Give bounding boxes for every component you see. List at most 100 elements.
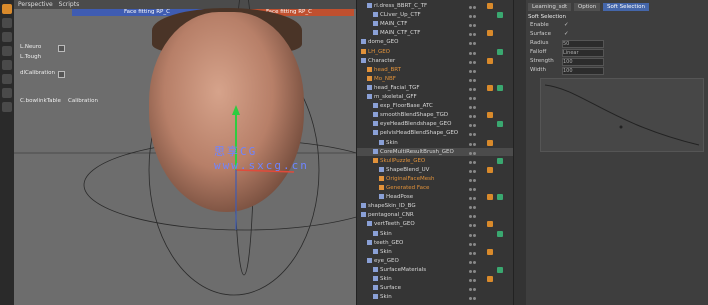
visibility-icon[interactable] bbox=[469, 59, 481, 64]
visibility-icon[interactable] bbox=[469, 113, 481, 119]
rotate-tool-icon[interactable] bbox=[2, 32, 12, 42]
outliner-row[interactable]: head_Facial_TGF bbox=[357, 84, 514, 92]
visibility-icon[interactable] bbox=[469, 141, 481, 146]
visibility-icon[interactable] bbox=[469, 232, 481, 237]
outliner-row[interactable]: Skin bbox=[357, 293, 514, 301]
field-surface-value[interactable]: ✓ bbox=[564, 31, 569, 37]
tab-learning[interactable]: Learning_sdt bbox=[528, 3, 572, 11]
visibility-icon[interactable] bbox=[469, 86, 481, 91]
material-tag-icon[interactable] bbox=[497, 121, 503, 128]
visibility-icon[interactable] bbox=[469, 104, 481, 110]
tag-icon[interactable] bbox=[487, 112, 493, 119]
field-radius-input[interactable]: 50 bbox=[562, 40, 604, 48]
material-tag-icon[interactable] bbox=[497, 266, 503, 273]
material-tag-icon[interactable] bbox=[497, 84, 503, 91]
tab-option[interactable]: Option bbox=[573, 3, 601, 11]
tag-icon[interactable] bbox=[487, 139, 493, 146]
outliner-row[interactable]: SkullPuzzle_GEO bbox=[357, 157, 514, 165]
move-tool-icon[interactable] bbox=[2, 18, 12, 28]
mesh-tool-icon[interactable] bbox=[2, 88, 12, 98]
material-tag-icon[interactable] bbox=[497, 194, 503, 201]
material-tag-icon[interactable] bbox=[497, 157, 503, 164]
visibility-icon[interactable] bbox=[469, 241, 481, 246]
curve-point[interactable] bbox=[619, 125, 623, 129]
visibility-icon[interactable] bbox=[469, 259, 481, 264]
visibility-icon[interactable] bbox=[469, 68, 481, 73]
visibility-icon[interactable] bbox=[469, 95, 481, 100]
visibility-icon[interactable] bbox=[469, 40, 481, 46]
outliner-row[interactable]: CLiver_Up_CTF bbox=[357, 11, 514, 19]
outliner-row[interactable]: pelvisHeadBlendShape_GEO bbox=[357, 129, 514, 137]
outliner-row[interactable]: HeadPose bbox=[357, 193, 514, 201]
outliner-row[interactable]: pentagonal_CNR bbox=[357, 211, 514, 219]
visibility-icon[interactable] bbox=[469, 131, 481, 137]
outliner-row[interactable]: m_skeletal_GFF bbox=[357, 93, 514, 101]
falloff-curve-graph[interactable] bbox=[540, 78, 704, 152]
visibility-icon[interactable] bbox=[469, 122, 481, 128]
outliner-row[interactable]: Surface bbox=[357, 284, 514, 292]
visibility-icon[interactable] bbox=[469, 168, 481, 173]
outliner-row[interactable]: MAIN_CTF_CTF bbox=[357, 29, 514, 37]
outliner-row[interactable]: shapeSkin_ID_BG bbox=[357, 202, 514, 210]
tag-icon[interactable] bbox=[487, 30, 493, 37]
select-tool-icon[interactable] bbox=[2, 4, 12, 14]
visibility-icon[interactable] bbox=[469, 77, 481, 82]
material-tag-icon[interactable] bbox=[497, 12, 503, 19]
falloff-curve[interactable] bbox=[541, 79, 703, 151]
outliner-row[interactable]: Skin bbox=[357, 248, 514, 256]
brush-tool-icon[interactable] bbox=[2, 60, 12, 70]
outliner-row[interactable]: head_BRT bbox=[357, 66, 514, 74]
tag-icon[interactable] bbox=[487, 221, 493, 228]
visibility-icon[interactable] bbox=[469, 268, 481, 273]
tab-soft-selection[interactable]: Soft Selection bbox=[603, 3, 649, 11]
visibility-icon[interactable] bbox=[469, 222, 481, 228]
visibility-icon[interactable] bbox=[469, 22, 481, 28]
field-width-input[interactable]: 100 bbox=[562, 67, 604, 75]
outliner-row[interactable]: Character bbox=[357, 57, 514, 65]
outliner-row[interactable]: eye_GEO bbox=[357, 257, 514, 265]
visibility-icon[interactable] bbox=[469, 213, 481, 219]
3d-viewport[interactable]: Perspective Scripts Face fitting RP_C Fa… bbox=[14, 0, 356, 305]
outliner-row[interactable]: exp_FloorBase_ATC bbox=[357, 102, 514, 110]
visibility-icon[interactable] bbox=[469, 50, 481, 55]
visibility-icon[interactable] bbox=[469, 204, 481, 210]
visibility-icon[interactable] bbox=[469, 177, 481, 182]
sculpt-tool-icon[interactable] bbox=[2, 74, 12, 84]
tag-icon[interactable] bbox=[487, 166, 493, 173]
outliner-row[interactable]: Generated Face bbox=[357, 184, 514, 192]
outliner-row[interactable]: CoreMultiResultBrush_GEO bbox=[357, 147, 514, 156]
tag-icon[interactable] bbox=[487, 276, 493, 282]
visibility-icon[interactable] bbox=[469, 31, 481, 37]
curve-line[interactable] bbox=[544, 84, 700, 146]
face-mesh[interactable] bbox=[149, 12, 304, 212]
field-falloff-select[interactable]: Linear bbox=[562, 49, 604, 57]
field-enable-value[interactable]: ✓ bbox=[564, 22, 569, 28]
visibility-icon[interactable] bbox=[469, 159, 481, 164]
tag-icon[interactable] bbox=[487, 248, 493, 255]
outliner-row[interactable]: vertTeeth_GEO bbox=[357, 220, 514, 228]
visibility-icon[interactable] bbox=[469, 195, 481, 201]
tag-icon[interactable] bbox=[487, 84, 493, 91]
outliner-row[interactable]: rl.dress_BBRT_C_TF bbox=[357, 2, 514, 10]
outliner-row[interactable]: dome_GEO bbox=[357, 38, 514, 46]
material-tag-icon[interactable] bbox=[497, 48, 503, 55]
camera-tool-icon[interactable] bbox=[2, 102, 12, 112]
visibility-icon[interactable] bbox=[469, 277, 481, 282]
outliner-row[interactable]: Skin bbox=[357, 230, 514, 238]
outliner-row[interactable]: LH_GEO bbox=[357, 48, 514, 56]
outliner-row[interactable]: Mo_NBF bbox=[357, 75, 514, 83]
scale-tool-icon[interactable] bbox=[2, 46, 12, 56]
visibility-icon[interactable] bbox=[469, 286, 481, 292]
outliner-row[interactable]: teeth_GEO bbox=[357, 239, 514, 247]
outliner-row[interactable]: OriginalFaceMesh bbox=[357, 175, 514, 183]
visibility-icon[interactable] bbox=[469, 186, 481, 191]
outliner-row[interactable]: ShapeBlend_UV bbox=[357, 166, 514, 174]
outliner-row[interactable]: Skin bbox=[357, 275, 514, 283]
material-tag-icon[interactable] bbox=[497, 230, 503, 237]
outliner-row[interactable]: smoothBlendShape_TGD bbox=[357, 111, 514, 119]
tag-icon[interactable] bbox=[487, 194, 493, 201]
visibility-icon[interactable] bbox=[469, 250, 481, 255]
tag-icon[interactable] bbox=[487, 57, 493, 64]
tag-icon[interactable] bbox=[487, 3, 493, 9]
visibility-icon[interactable] bbox=[469, 150, 481, 155]
